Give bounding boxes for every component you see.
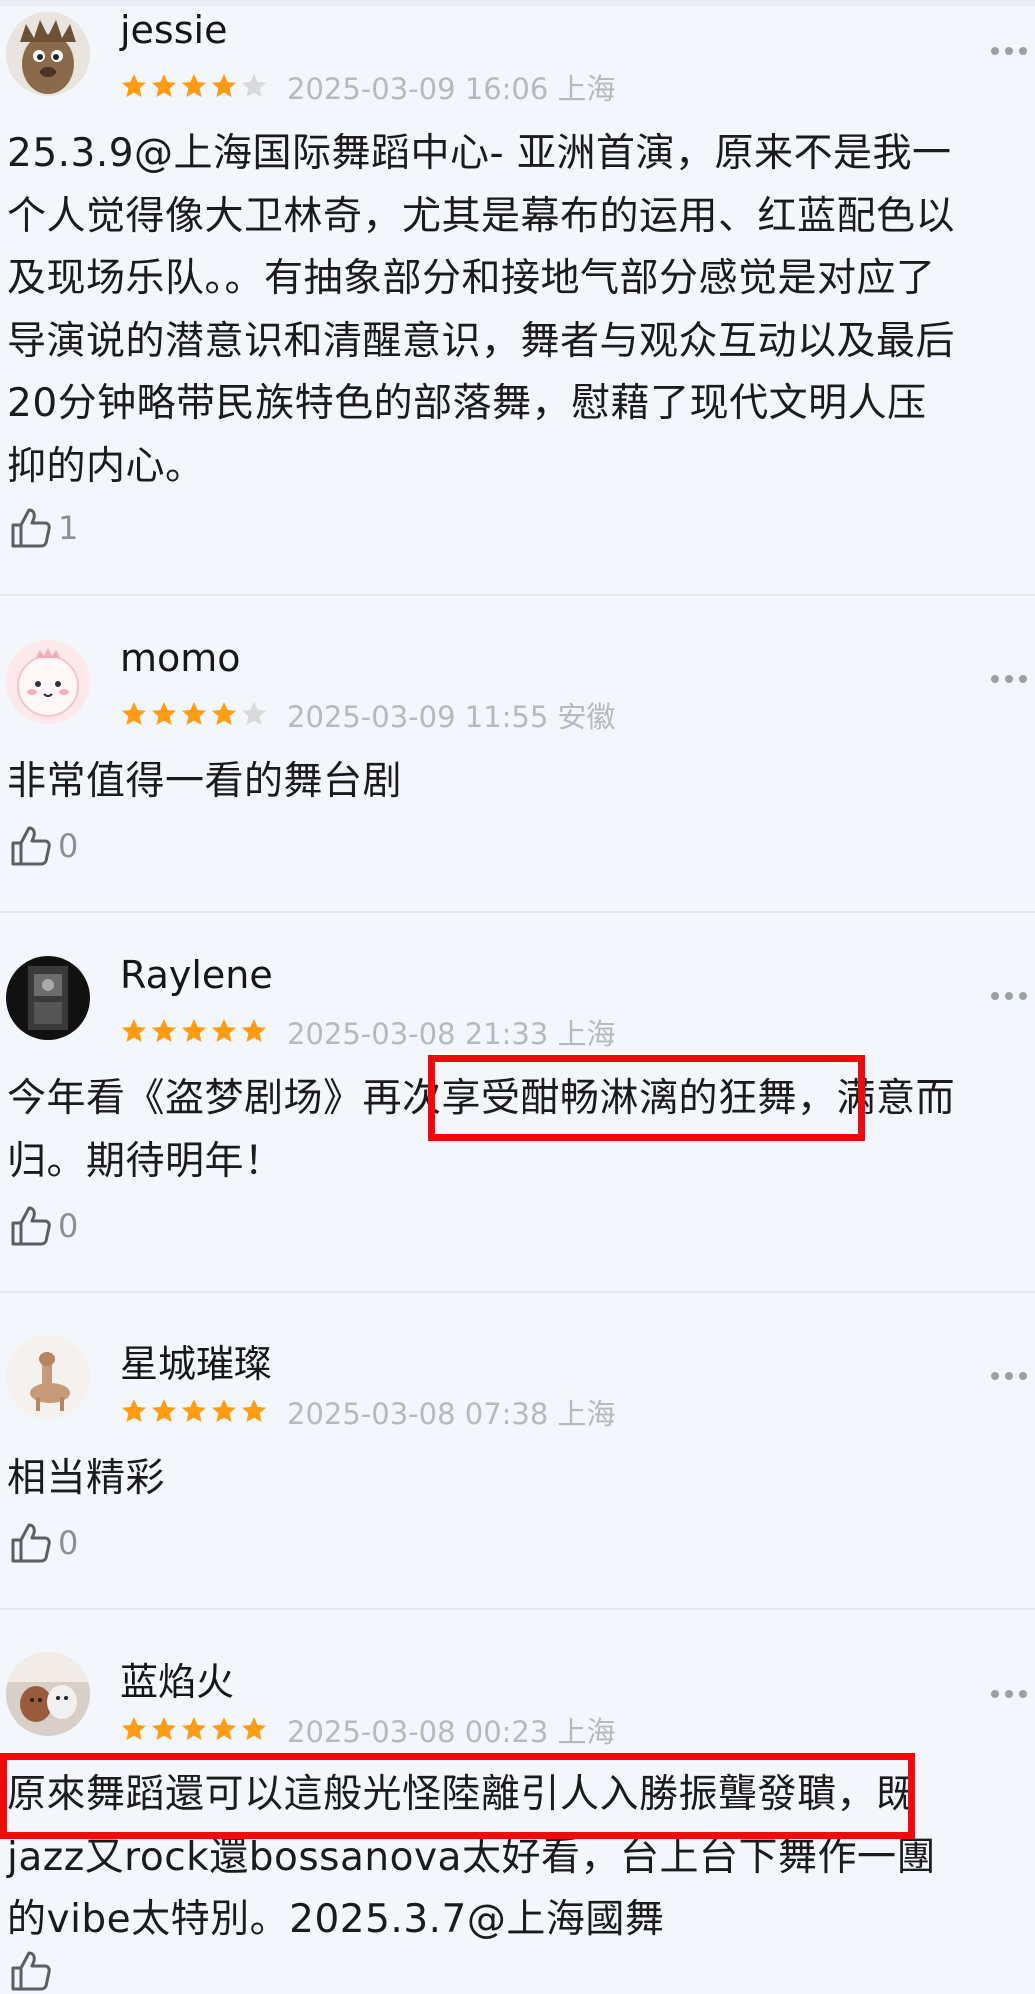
content-line: 导演说的潜意识和清醒意识，舞者与观众互动以及最后 <box>7 318 956 364</box>
avatar[interactable] <box>6 12 90 96</box>
avatar[interactable] <box>6 640 90 724</box>
divider <box>0 594 1035 596</box>
star-icon <box>212 74 236 97</box>
like-count: 1 <box>58 509 79 547</box>
highlight-box <box>0 1753 915 1839</box>
review-meta: 2025-03-08 00:23 上海 <box>287 1709 616 1751</box>
like-button[interactable]: 0 <box>8 1203 78 1249</box>
divider <box>0 911 1035 913</box>
star-rating <box>120 1715 268 1743</box>
avatar[interactable] <box>6 956 90 1040</box>
avatar[interactable] <box>6 1652 90 1736</box>
review-meta: 2025-03-09 16:06 上海 <box>287 66 616 108</box>
content-line: 相当精彩 <box>7 1456 166 1501</box>
star-icon <box>152 1717 176 1740</box>
star-icon <box>122 1717 146 1740</box>
star-icon <box>182 1717 206 1740</box>
review-location: 上海 <box>557 1715 616 1749</box>
like-count: 0 <box>58 1524 79 1562</box>
review-location: 安徽 <box>557 700 616 734</box>
divider <box>0 1291 1035 1293</box>
review-content: 非常值得一看的舞台剧 <box>7 751 1027 814</box>
username[interactable]: 星城璀璨 <box>120 1333 272 1388</box>
star-rating <box>120 700 268 728</box>
review-location: 上海 <box>557 1017 616 1051</box>
star-icon <box>242 1399 266 1422</box>
like-button[interactable] <box>8 1948 58 1994</box>
content-line: 抑的内心。 <box>7 443 205 489</box>
star-icon <box>212 1717 236 1740</box>
star-icon <box>242 1019 266 1042</box>
star-icon <box>212 1019 236 1042</box>
more-dots-icon[interactable] <box>991 1690 1027 1698</box>
review-datetime: 2025-03-09 16:06 <box>287 72 549 106</box>
content-line: 非常值得一看的舞台剧 <box>7 759 403 804</box>
star-rating <box>120 1017 268 1045</box>
thumbs-up-icon <box>11 1523 51 1563</box>
content-line: 及现场乐队。。有抽象部分和接地气部分感觉是对应了 <box>7 256 936 301</box>
review-location: 上海 <box>557 1397 616 1431</box>
more-dots-icon[interactable] <box>991 47 1027 55</box>
star-icon <box>152 1399 176 1422</box>
like-count: 0 <box>58 1207 79 1245</box>
star-icon <box>242 702 266 725</box>
review-meta: 2025-03-08 07:38 上海 <box>287 1391 616 1433</box>
star-icon <box>152 1019 176 1042</box>
star-icon <box>182 74 206 97</box>
content-line: 25.3.9@上海国际舞蹈中心- 亚洲首演，原来不是我一 <box>7 131 952 176</box>
star-rating <box>120 1397 268 1425</box>
like-button[interactable]: 0 <box>8 823 78 869</box>
more-dots-icon[interactable] <box>991 992 1027 1000</box>
review-datetime: 2025-03-08 00:23 <box>287 1715 549 1749</box>
thumbs-up-icon <box>11 508 51 548</box>
like-button[interactable]: 0 <box>8 1520 78 1566</box>
top-divider <box>0 0 1035 6</box>
content-line: 20分钟略带民族特色的部落舞，慰藉了现代文明人压 <box>7 381 927 426</box>
divider <box>0 1608 1035 1610</box>
star-icon <box>122 1399 146 1422</box>
like-button[interactable]: 1 <box>8 505 78 551</box>
username[interactable]: jessie <box>120 8 227 52</box>
username[interactable]: 蓝焰火 <box>120 1651 234 1706</box>
avatar[interactable] <box>6 1335 90 1419</box>
star-rating <box>120 72 268 100</box>
star-icon <box>212 702 236 725</box>
thumbs-up-icon <box>11 826 51 866</box>
content-line: 个人觉得像大卫林奇，尤其是幕布的运用、红蓝配色以 <box>7 193 956 239</box>
username[interactable]: Raylene <box>120 953 273 997</box>
review-datetime: 2025-03-08 21:33 <box>287 1017 549 1051</box>
star-icon <box>122 1019 146 1042</box>
review-meta: 2025-03-09 11:55 安徽 <box>287 694 616 736</box>
thumbs-up-icon <box>11 1206 51 1246</box>
highlight-box <box>428 1055 865 1141</box>
review-location: 上海 <box>557 72 616 106</box>
star-icon <box>182 702 206 725</box>
star-icon <box>122 74 146 97</box>
review-content: 25.3.9@上海国际舞蹈中心- 亚洲首演，原来不是我一 个人觉得像大卫林奇，尤… <box>7 123 1027 498</box>
review-datetime: 2025-03-09 11:55 <box>287 700 549 734</box>
review-content: 相当精彩 <box>7 1448 1027 1511</box>
star-icon <box>182 1399 206 1422</box>
more-dots-icon[interactable] <box>991 1372 1027 1380</box>
content-line: 的vibe太特別。2025.3.7@上海國舞 <box>7 1897 665 1942</box>
thumbs-up-icon <box>11 1951 51 1991</box>
review-datetime: 2025-03-08 07:38 <box>287 1397 549 1431</box>
star-icon <box>242 74 266 97</box>
star-icon <box>212 1399 236 1422</box>
star-icon <box>152 702 176 725</box>
star-icon <box>122 702 146 725</box>
star-icon <box>182 1019 206 1042</box>
star-icon <box>152 74 176 97</box>
review-meta: 2025-03-08 21:33 上海 <box>287 1011 616 1053</box>
username[interactable]: momo <box>120 636 241 680</box>
more-dots-icon[interactable] <box>991 675 1027 683</box>
star-icon <box>242 1717 266 1740</box>
like-count: 0 <box>58 827 79 865</box>
